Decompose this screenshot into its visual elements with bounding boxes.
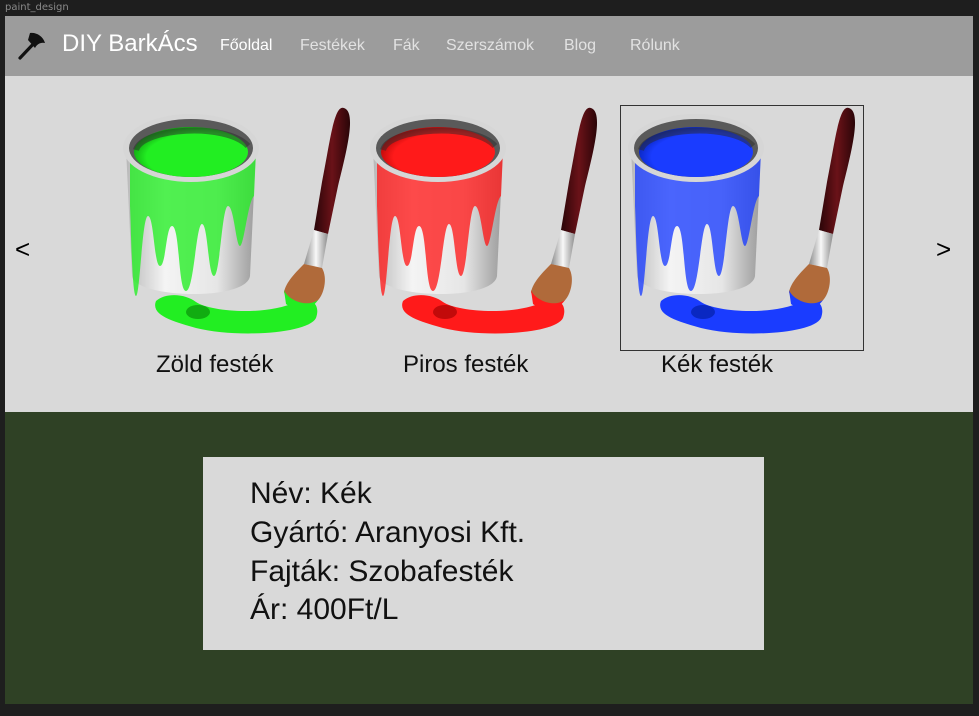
axe-icon	[18, 32, 45, 60]
paint-bucket-brush-icon	[123, 107, 351, 334]
nav-item-fooldal[interactable]: Főoldal	[220, 37, 272, 55]
product-price: Ár: 400Ft/L	[250, 593, 399, 626]
carousel-prev-button[interactable]: <	[15, 234, 30, 265]
nav-item-szerszamok[interactable]: Szerszámok	[446, 37, 534, 55]
frame-label: paint_design	[5, 2, 69, 13]
paint-bucket-brush-icon	[370, 107, 598, 334]
nav-item-rolunk[interactable]: Rólunk	[630, 37, 680, 55]
carousel-caption-green[interactable]: Zöld festék	[156, 351, 273, 379]
carousel-caption-red[interactable]: Piros festék	[403, 351, 528, 379]
page-frame: DIY BarkÁcs Főoldal Festékek Fák Szerszá…	[5, 16, 973, 704]
product-name: Név: Kék	[250, 477, 372, 510]
nav-item-fak[interactable]: Fák	[393, 37, 420, 55]
carousel-slide-blue[interactable]	[620, 105, 864, 351]
paint-bucket-brush-icon	[628, 107, 856, 334]
carousel-caption-blue[interactable]: Kék festék	[661, 351, 773, 379]
carousel-next-button[interactable]: >	[936, 234, 951, 265]
product-types: Fajták: Szobafesték	[250, 555, 514, 588]
carousel-slide-green[interactable]	[116, 106, 358, 350]
product-details-card: Név: Kék Gyártó: Aranyosi Kft. Fajták: S…	[203, 457, 764, 650]
carousel-slide-red[interactable]	[363, 106, 605, 350]
product-manufacturer: Gyártó: Aranyosi Kft.	[250, 516, 526, 549]
brand-name[interactable]: DIY BarkÁcs	[62, 30, 198, 58]
product-carousel: < > Zöld festék Piros festék Kék festék	[5, 76, 973, 412]
details-section: Név: Kék Gyártó: Aranyosi Kft. Fajták: S…	[5, 412, 973, 704]
nav-item-blog[interactable]: Blog	[564, 37, 596, 55]
navbar: DIY BarkÁcs Főoldal Festékek Fák Szerszá…	[5, 16, 973, 76]
nav-item-festekek[interactable]: Festékek	[300, 37, 365, 55]
